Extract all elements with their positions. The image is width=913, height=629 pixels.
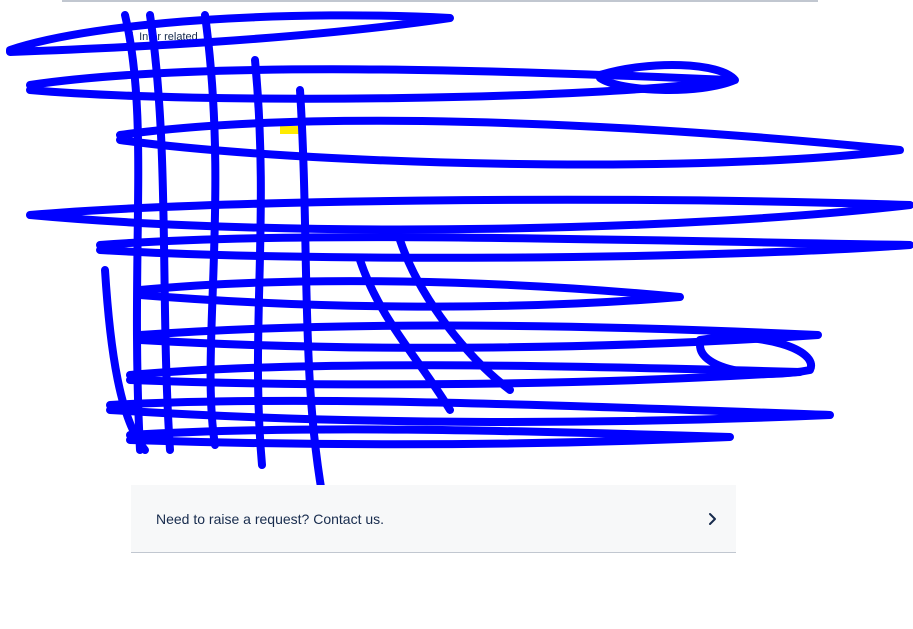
top-divider	[62, 0, 818, 2]
breadcrumb-item[interactable]: Intor related	[139, 31, 198, 43]
chevron-right-icon	[706, 512, 720, 526]
contact-us-label: Need to raise a request? Contact us.	[156, 510, 385, 527]
breadcrumb-separator: /	[130, 31, 134, 43]
breadcrumb: / Intor related	[130, 31, 198, 43]
highlight-mark	[280, 126, 300, 134]
contact-us-card[interactable]: Need to raise a request? Contact us.	[131, 485, 736, 553]
